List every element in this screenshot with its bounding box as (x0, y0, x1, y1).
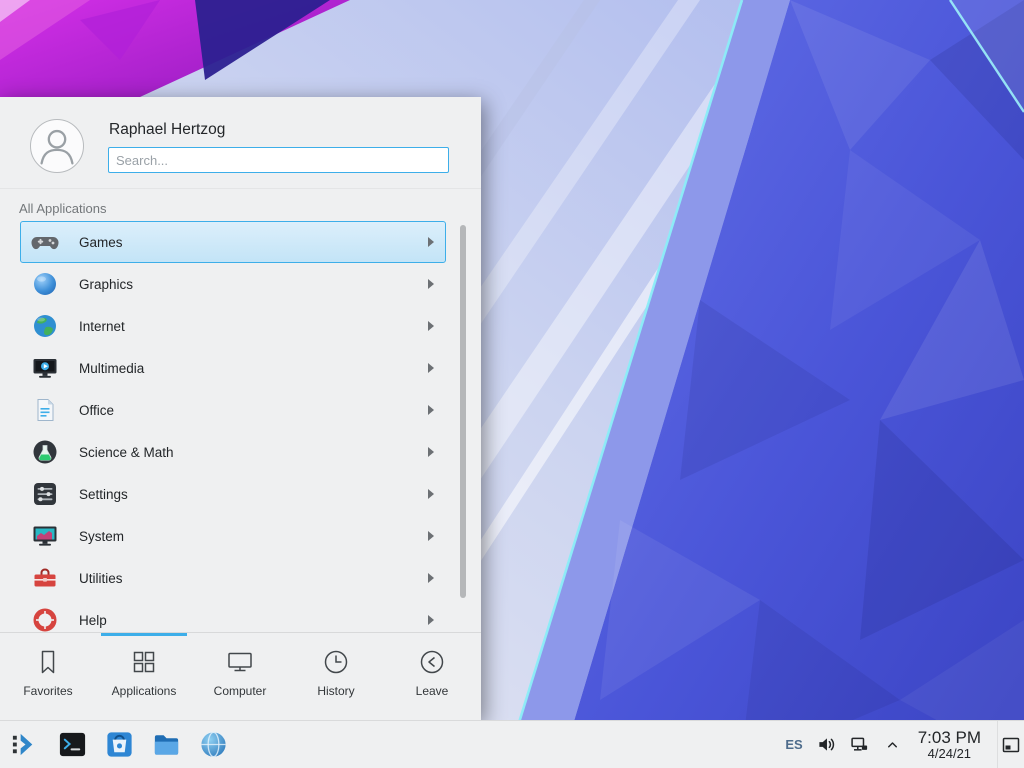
bookmark-icon (33, 647, 63, 677)
sliders-icon (31, 480, 59, 508)
user-name: Raphael Hertzog (109, 121, 225, 139)
submenu-arrow-icon (428, 531, 434, 541)
category-row-internet[interactable]: Internet (20, 305, 446, 347)
tab-applications[interactable]: Applications (96, 633, 192, 720)
volume-icon[interactable] (817, 735, 836, 754)
show-desktop-button[interactable] (997, 721, 1024, 768)
submenu-arrow-icon (428, 363, 434, 373)
system-monitor-icon (31, 522, 59, 550)
category-label: Science & Math (79, 445, 174, 460)
category-label: Office (79, 403, 114, 418)
life-ring-icon (31, 606, 59, 632)
category-row-settings[interactable]: Settings (20, 473, 446, 515)
kde-launcher-icon[interactable] (8, 728, 42, 762)
search-input[interactable] (108, 147, 449, 173)
submenu-arrow-icon (428, 321, 434, 331)
submenu-arrow-icon (428, 615, 434, 625)
tab-favorites[interactable]: Favorites (0, 633, 96, 720)
clock-date: 4/24/21 (918, 747, 981, 762)
category-row-help[interactable]: Help (20, 599, 446, 632)
expand-tray-icon[interactable] (883, 735, 902, 754)
launcher-tabbar: Favorites Applications Computer (0, 632, 481, 720)
tab-label: History (317, 684, 354, 698)
clock[interactable]: 7:03 PM 4/24/21 (916, 728, 983, 762)
desktop: Raphael Hertzog All Applications Games (0, 0, 1024, 768)
tab-label: Computer (214, 684, 267, 698)
clock-time: 7:03 PM (918, 728, 981, 747)
category-label: Internet (79, 319, 125, 334)
category-row-office[interactable]: Office (20, 389, 446, 431)
submenu-arrow-icon (428, 279, 434, 289)
globe-icon (31, 312, 59, 340)
graphics-sphere-icon (31, 270, 59, 298)
category-label: Multimedia (79, 361, 144, 376)
submenu-arrow-icon (428, 447, 434, 457)
category-row-graphics[interactable]: Graphics (20, 263, 446, 305)
submenu-arrow-icon (428, 237, 434, 247)
header-divider (0, 188, 481, 189)
tab-label: Favorites (23, 684, 72, 698)
submenu-arrow-icon (428, 489, 434, 499)
category-row-multimedia[interactable]: Multimedia (20, 347, 446, 389)
taskbar: ES 7:03 PM (0, 720, 1024, 768)
submenu-arrow-icon (428, 573, 434, 583)
category-label: Utilities (79, 571, 123, 586)
file-manager-icon[interactable] (149, 728, 183, 762)
flask-icon (31, 438, 59, 466)
scrollbar[interactable] (460, 225, 466, 598)
category-label: Games (79, 235, 123, 250)
document-icon (31, 396, 59, 424)
show-desktop-icon (1001, 735, 1021, 755)
leave-icon (417, 647, 447, 677)
category-row-system[interactable]: System (20, 515, 446, 557)
taskbar-launchers (0, 728, 230, 762)
tab-label: Applications (112, 684, 177, 698)
tab-label: Leave (416, 684, 449, 698)
software-center-icon[interactable] (102, 728, 136, 762)
section-label: All Applications (19, 201, 106, 216)
tab-history[interactable]: History (288, 633, 384, 720)
category-row-science-math[interactable]: Science & Math (20, 431, 446, 473)
submenu-arrow-icon (428, 405, 434, 415)
category-label: Help (79, 613, 107, 628)
tab-leave[interactable]: Leave (384, 633, 480, 720)
computer-icon (225, 647, 255, 677)
keyboard-layout-indicator[interactable]: ES (785, 737, 802, 752)
active-tab-indicator (101, 633, 187, 636)
application-launcher-menu: Raphael Hertzog All Applications Games (0, 97, 481, 720)
gamepad-icon (31, 228, 59, 256)
history-clock-icon (321, 647, 351, 677)
tab-computer[interactable]: Computer (192, 633, 288, 720)
category-label: Settings (79, 487, 128, 502)
media-monitor-icon (31, 354, 59, 382)
category-label: Graphics (79, 277, 133, 292)
toolbox-icon (31, 564, 59, 592)
category-row-games[interactable]: Games (20, 221, 446, 263)
user-icon (31, 120, 83, 172)
wired-network-icon[interactable] (850, 735, 869, 754)
category-label: System (79, 529, 124, 544)
terminal-icon[interactable] (55, 728, 89, 762)
web-browser-icon[interactable] (196, 728, 230, 762)
apps-grid-icon (129, 647, 159, 677)
category-row-utilities[interactable]: Utilities (20, 557, 446, 599)
category-list: Games Graphics (20, 221, 446, 632)
system-tray: ES 7:03 PM (785, 721, 1024, 768)
avatar[interactable] (30, 119, 84, 173)
